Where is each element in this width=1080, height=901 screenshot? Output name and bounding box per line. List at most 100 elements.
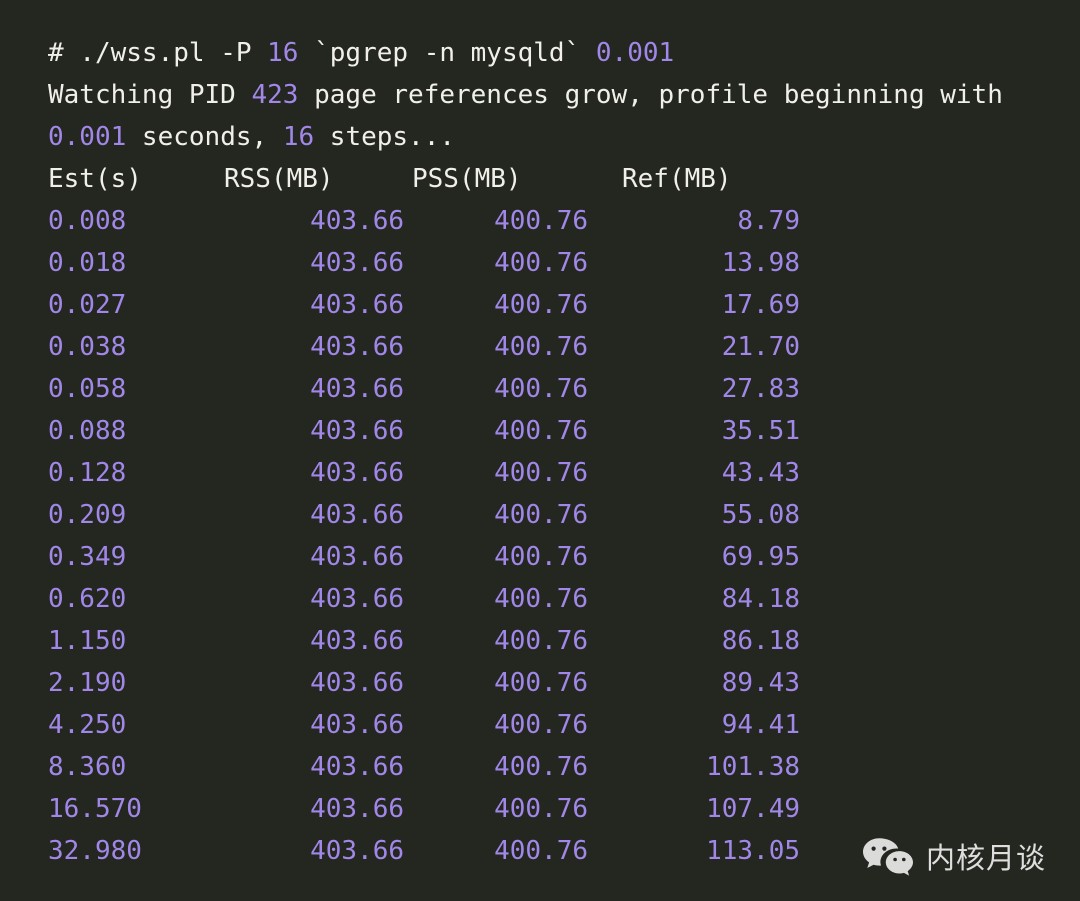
- cell-est: 0.058: [48, 374, 127, 404]
- cell-pss: 400.76: [494, 206, 588, 236]
- status-pid-value: 423: [251, 80, 299, 110]
- cell-est: 2.190: [48, 668, 127, 698]
- table-row: 0.620 403.66 400.76 84.18: [48, 578, 800, 620]
- status-text-part1: Watching PID: [48, 80, 252, 110]
- cell-ref: 84.18: [721, 584, 800, 614]
- cell-rss: 403.66: [310, 584, 404, 614]
- cell-est: 4.250: [48, 710, 127, 740]
- cell-pss: 400.76: [494, 668, 588, 698]
- cell-pss: 400.76: [494, 458, 588, 488]
- cell-ref: 27.83: [721, 374, 800, 404]
- table-row: 0.088 403.66 400.76 35.51: [48, 410, 800, 452]
- status-interval-value: 0.001: [48, 122, 127, 152]
- table-row: 8.360 403.66 400.76 101.38: [48, 746, 800, 788]
- cell-est: 0.027: [48, 290, 127, 320]
- command-arg-interval: 0.001: [595, 38, 675, 68]
- cell-rss: 403.66: [310, 206, 404, 236]
- column-header-ref: Ref(MB): [622, 164, 732, 194]
- table-row: 2.190 403.66 400.76 89.43: [48, 662, 800, 704]
- cell-est: 1.150: [48, 626, 127, 656]
- table-header-row: Est(s) RSS(MB) PSS(MB) Ref(MB): [48, 158, 800, 200]
- cell-rss: 403.66: [310, 668, 404, 698]
- cell-rss: 403.66: [310, 248, 404, 278]
- cell-rss: 403.66: [310, 836, 404, 866]
- cell-rss: 403.66: [310, 542, 404, 572]
- cell-rss: 403.66: [310, 416, 404, 446]
- cell-est: 16.570: [48, 794, 142, 824]
- cell-pss: 400.76: [494, 290, 588, 320]
- command-text-part2: `pgrep -n mysqld`: [298, 38, 596, 68]
- cell-rss: 403.66: [310, 500, 404, 530]
- column-header-pss: PSS(MB): [412, 164, 522, 194]
- command-arg-parallel: 16: [267, 38, 299, 68]
- cell-pss: 400.76: [494, 626, 588, 656]
- status-text-part2: page references grow, profile beginning …: [298, 80, 1003, 110]
- table-row: 32.980 403.66 400.76 113.05: [48, 830, 800, 872]
- table-row: 16.570 403.66 400.76 107.49: [48, 788, 800, 830]
- cell-ref: 21.70: [721, 332, 800, 362]
- cell-ref: 8.79: [737, 206, 800, 236]
- cell-pss: 400.76: [494, 542, 588, 572]
- cell-rss: 403.66: [310, 458, 404, 488]
- cell-rss: 403.66: [310, 710, 404, 740]
- cell-ref: 94.41: [721, 710, 800, 740]
- cell-rss: 403.66: [310, 794, 404, 824]
- cell-ref: 101.38: [706, 752, 800, 782]
- table-row: 1.150 403.66 400.76 86.18: [48, 620, 800, 662]
- cell-ref: 69.95: [721, 542, 800, 572]
- cell-ref: 113.05: [706, 836, 800, 866]
- cell-pss: 400.76: [494, 752, 588, 782]
- cell-rss: 403.66: [310, 626, 404, 656]
- column-header-rss: RSS(MB): [224, 164, 334, 194]
- table-row: 4.250 403.66 400.76 94.41: [48, 704, 800, 746]
- cell-rss: 403.66: [310, 374, 404, 404]
- cell-est: 0.018: [48, 248, 127, 278]
- cell-ref: 86.18: [721, 626, 800, 656]
- table-row: 0.128 403.66 400.76 43.43: [48, 452, 800, 494]
- cell-rss: 403.66: [310, 752, 404, 782]
- cell-ref: 35.51: [721, 416, 800, 446]
- cell-pss: 400.76: [494, 248, 588, 278]
- cell-est: 0.209: [48, 500, 127, 530]
- cell-est: 0.008: [48, 206, 127, 236]
- terminal-screen: # ./wss.pl -P 16 `pgrep -n mysqld` 0.001…: [0, 0, 1080, 901]
- table-row: 0.018 403.66 400.76 13.98: [48, 242, 800, 284]
- status-text-part4: seconds,: [126, 122, 283, 152]
- cell-pss: 400.76: [494, 332, 588, 362]
- terminal-output: # ./wss.pl -P 16 `pgrep -n mysqld` 0.001…: [48, 32, 1048, 872]
- cell-ref: 13.98: [721, 248, 800, 278]
- cell-est: 8.360: [48, 752, 127, 782]
- table-row: 0.038 403.66 400.76 21.70: [48, 326, 800, 368]
- cell-rss: 403.66: [310, 332, 404, 362]
- wechat-logo-icon: [862, 837, 914, 879]
- cell-est: 32.980: [48, 836, 142, 866]
- cell-ref: 55.08: [721, 500, 800, 530]
- status-line-row1: Watching PID 423 page references grow, p…: [48, 74, 1048, 116]
- shell-prompt: #: [48, 38, 80, 68]
- cell-ref: 89.43: [721, 668, 800, 698]
- cell-est: 0.038: [48, 332, 127, 362]
- cell-ref: 17.69: [721, 290, 800, 320]
- column-header-est: Est(s): [48, 164, 142, 194]
- watermark-label: 内核月谈: [925, 840, 1046, 875]
- status-line-row2: 0.001 seconds, 16 steps...: [48, 116, 1048, 158]
- cell-pss: 400.76: [494, 710, 588, 740]
- table-body: 0.008 403.66 400.76 8.79 0.018 403.66 400.76 13…: [48, 200, 800, 872]
- wss-output-table: Est(s) RSS(MB) PSS(MB) Ref(MB) 0.008 403.…: [48, 158, 800, 872]
- cell-est: 0.349: [48, 542, 127, 572]
- cell-est: 0.088: [48, 416, 127, 446]
- table-row: 0.209 403.66 400.76 55.08: [48, 494, 800, 536]
- cell-ref: 107.49: [706, 794, 800, 824]
- table-row: 0.349 403.66 400.76 69.95: [48, 536, 800, 578]
- command-text-part1: ./wss.pl -P: [79, 38, 268, 68]
- table-row: 0.008 403.66 400.76 8.79: [48, 200, 800, 242]
- table-row: 0.058 403.66 400.76 27.83: [48, 368, 800, 410]
- table-row: 0.027 403.66 400.76 17.69: [48, 284, 800, 326]
- cell-rss: 403.66: [310, 290, 404, 320]
- cell-pss: 400.76: [494, 794, 588, 824]
- status-text-part6: steps...: [314, 122, 456, 152]
- status-steps-value: 16: [282, 122, 315, 152]
- cell-est: 0.128: [48, 458, 127, 488]
- cell-pss: 400.76: [494, 374, 588, 404]
- command-line: # ./wss.pl -P 16 `pgrep -n mysqld` 0.001: [48, 32, 1048, 74]
